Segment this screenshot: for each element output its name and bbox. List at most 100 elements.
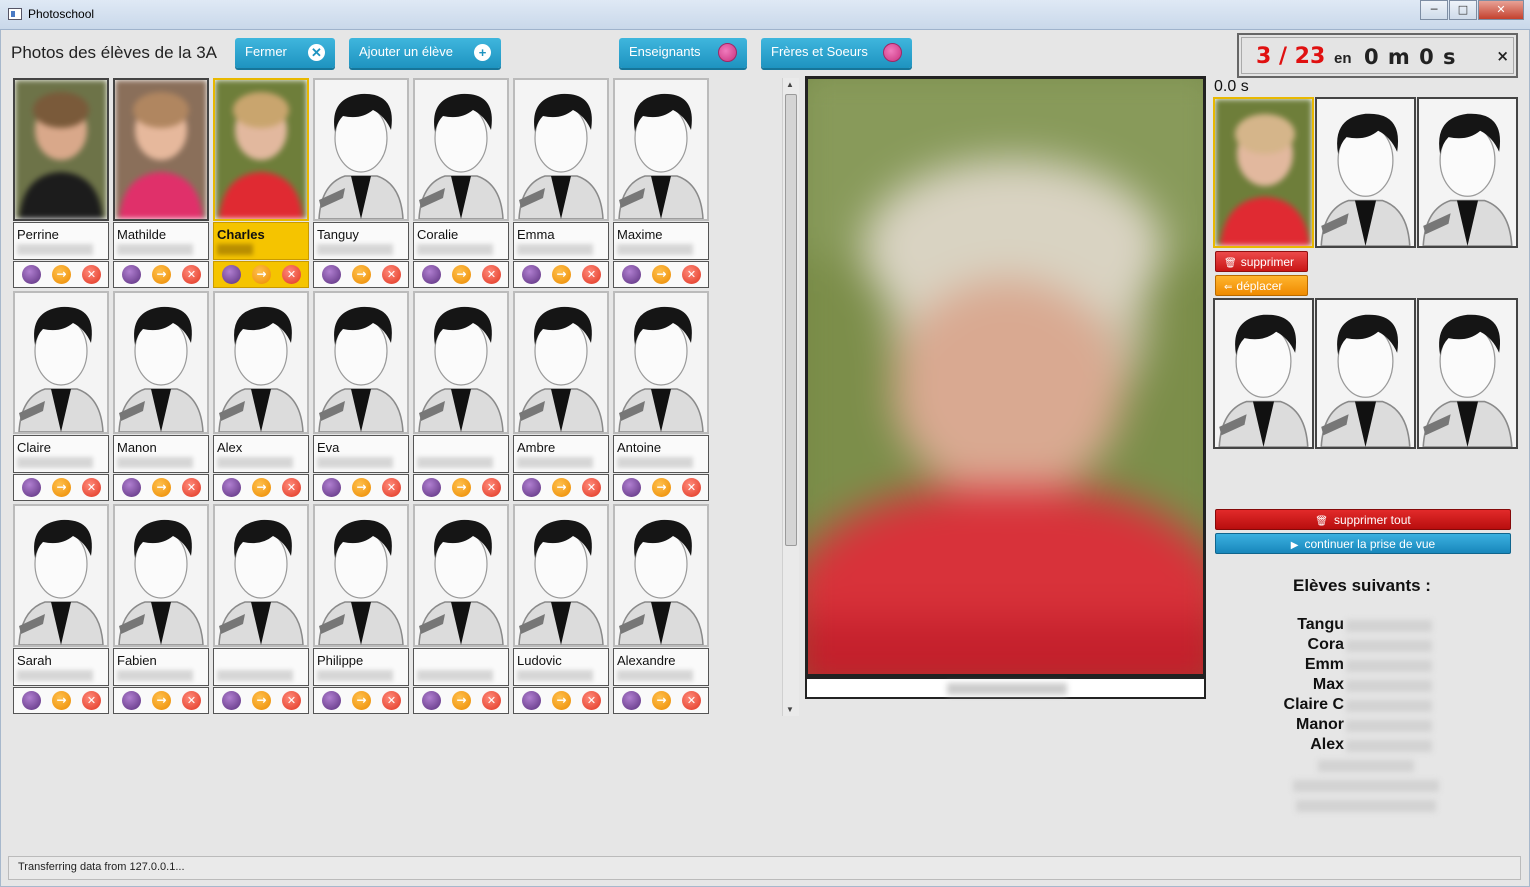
student-photo[interactable] [213,78,309,221]
sibling-circle-icon[interactable] [522,691,541,710]
arrow-right-icon[interactable]: → [52,478,71,497]
student-photo-placeholder[interactable] [213,291,309,434]
student-photo-placeholder[interactable] [313,504,409,647]
delete-x-icon[interactable]: ✕ [682,478,701,497]
delete-x-icon[interactable]: ✕ [82,265,101,284]
delete-all-button[interactable]: 🗑 supprimer tout [1215,509,1511,530]
scroll-down-icon[interactable]: ▼ [786,705,794,714]
arrow-right-icon[interactable]: → [652,691,671,710]
arrow-right-icon[interactable]: → [552,265,571,284]
sibling-circle-icon[interactable] [122,265,141,284]
shot-placeholder[interactable] [1315,298,1416,449]
student-photo-placeholder[interactable] [413,78,509,221]
arrow-right-icon[interactable]: → [352,478,371,497]
sibling-circle-icon[interactable] [222,478,241,497]
arrow-right-icon[interactable]: → [252,478,271,497]
arrow-right-icon[interactable]: → [452,478,471,497]
student-photo-placeholder[interactable] [13,504,109,647]
delete-x-icon[interactable]: ✕ [82,478,101,497]
delete-x-icon[interactable]: ✕ [482,478,501,497]
arrow-right-icon[interactable]: → [352,691,371,710]
arrow-right-icon[interactable]: → [652,478,671,497]
student-photo-placeholder[interactable] [513,291,609,434]
student-photo-placeholder[interactable] [613,291,709,434]
sibling-circle-icon[interactable] [522,265,541,284]
arrow-right-icon[interactable]: → [152,265,171,284]
sibling-circle-icon[interactable] [622,691,641,710]
maximize-button[interactable]: □ [1449,0,1477,20]
student-card[interactable]: Fabien → ✕ [113,504,209,714]
delete-x-icon[interactable]: ✕ [82,691,101,710]
close-class-button[interactable]: Fermer ✕ [235,38,335,68]
delete-x-icon[interactable]: ✕ [382,478,401,497]
student-card[interactable]: → ✕ [413,504,509,714]
delete-x-icon[interactable]: ✕ [682,265,701,284]
student-card[interactable]: Tanguy → ✕ [313,78,409,288]
student-photo-placeholder[interactable] [413,291,509,434]
student-card[interactable]: Emma → ✕ [513,78,609,288]
delete-x-icon[interactable]: ✕ [182,265,201,284]
teachers-button[interactable]: Enseignants [619,38,747,68]
student-photo-placeholder[interactable] [313,78,409,221]
delete-x-icon[interactable]: ✕ [382,265,401,284]
sibling-circle-icon[interactable] [422,478,441,497]
student-card[interactable]: Ludovic → ✕ [513,504,609,714]
close-window-button[interactable]: ✕ [1478,0,1524,20]
delete-x-icon[interactable]: ✕ [182,478,201,497]
sibling-circle-icon[interactable] [322,265,341,284]
student-card[interactable]: Maxime → ✕ [613,78,709,288]
student-photo-placeholder[interactable] [113,291,209,434]
arrow-right-icon[interactable]: → [252,265,271,284]
delete-x-icon[interactable]: ✕ [182,691,201,710]
student-card[interactable]: Alex → ✕ [213,291,309,501]
student-photo-placeholder[interactable] [613,78,709,221]
delete-x-icon[interactable]: ✕ [582,265,601,284]
minimize-button[interactable]: ─ [1420,0,1448,20]
sibling-circle-icon[interactable] [22,691,41,710]
arrow-right-icon[interactable]: → [352,265,371,284]
delete-x-icon[interactable]: ✕ [582,691,601,710]
sibling-circle-icon[interactable] [322,691,341,710]
student-card[interactable]: Eva → ✕ [313,291,409,501]
delete-shot-button[interactable]: 🗑 supprimer [1215,251,1308,272]
student-photo[interactable] [13,78,109,221]
add-student-button[interactable]: Ajouter un élève + [349,38,501,68]
arrow-right-icon[interactable]: → [452,265,471,284]
student-card[interactable]: Charles → ✕ [213,78,309,288]
sibling-circle-icon[interactable] [322,478,341,497]
student-card[interactable]: → ✕ [213,504,309,714]
student-card[interactable]: Alexandre → ✕ [613,504,709,714]
student-card[interactable]: Philippe → ✕ [313,504,409,714]
shot-placeholder[interactable] [1315,97,1416,248]
arrow-right-icon[interactable]: → [252,691,271,710]
student-photo-placeholder[interactable] [513,504,609,647]
student-photo-placeholder[interactable] [313,291,409,434]
move-shot-button[interactable]: ⇐ déplacer [1215,275,1308,296]
arrow-right-icon[interactable]: → [552,691,571,710]
student-photo-placeholder[interactable] [113,504,209,647]
arrow-right-icon[interactable]: → [152,691,171,710]
delete-x-icon[interactable]: ✕ [282,691,301,710]
sibling-circle-icon[interactable] [122,478,141,497]
shot-placeholder[interactable] [1417,298,1518,449]
arrow-right-icon[interactable]: → [552,478,571,497]
sibling-circle-icon[interactable] [22,478,41,497]
counter-close-button[interactable]: × [1496,47,1509,65]
arrow-right-icon[interactable]: → [152,478,171,497]
sibling-circle-icon[interactable] [122,691,141,710]
student-card[interactable]: Perrine → ✕ [13,78,109,288]
siblings-button[interactable]: Frères et Soeurs [761,38,912,68]
shot-thumbnail[interactable] [1213,97,1314,248]
student-card[interactable]: Coralie → ✕ [413,78,509,288]
delete-x-icon[interactable]: ✕ [482,265,501,284]
sibling-circle-icon[interactable] [222,265,241,284]
shot-placeholder[interactable] [1417,97,1518,248]
shot-placeholder[interactable] [1213,298,1314,449]
student-photo-placeholder[interactable] [413,504,509,647]
student-photo-placeholder[interactable] [613,504,709,647]
student-card[interactable]: → ✕ [413,291,509,501]
delete-x-icon[interactable]: ✕ [282,265,301,284]
student-grid-scrollbar[interactable]: ▲ ▼ [782,78,799,716]
student-card[interactable]: Claire → ✕ [13,291,109,501]
delete-x-icon[interactable]: ✕ [582,478,601,497]
